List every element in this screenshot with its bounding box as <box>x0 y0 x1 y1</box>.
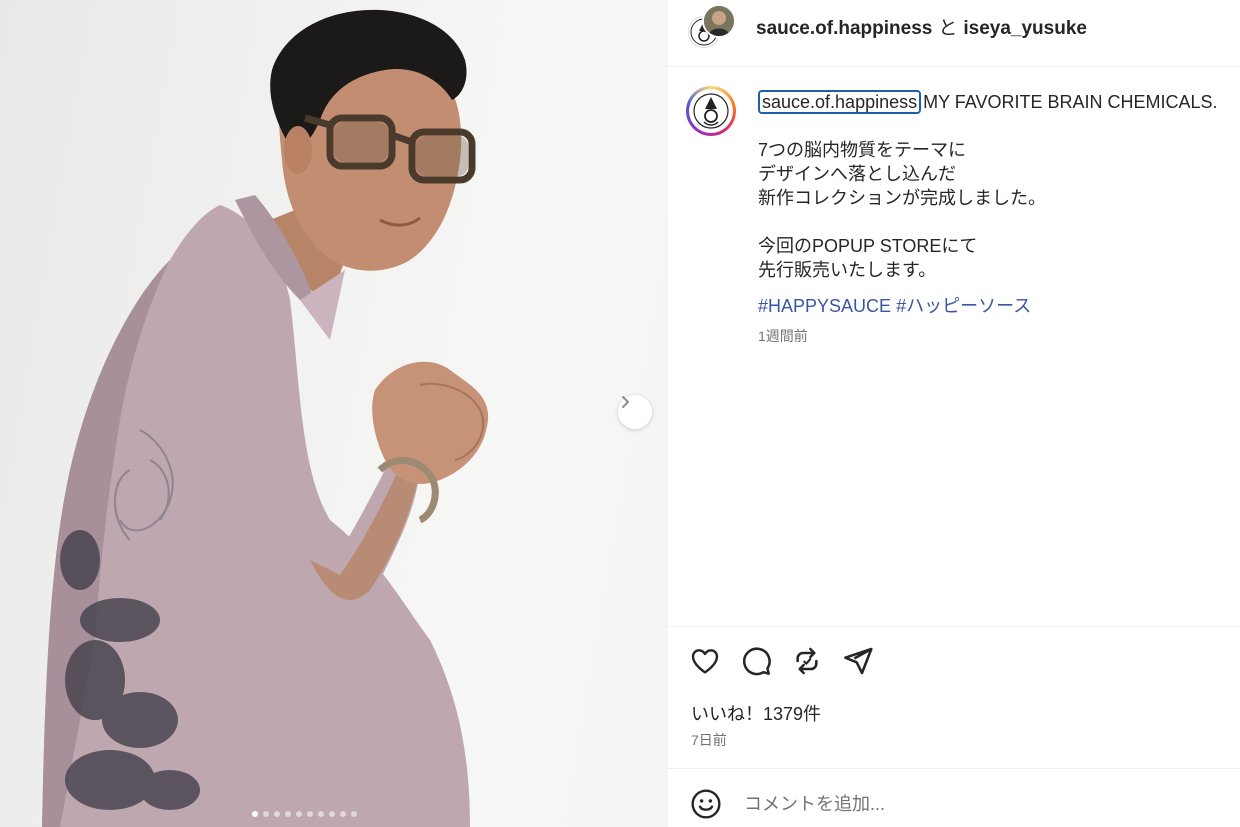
repost-button[interactable] <box>790 644 824 678</box>
photo-illustration <box>42 9 489 827</box>
avatar[interactable] <box>686 86 736 136</box>
carousel-dot <box>296 811 302 817</box>
like-button[interactable] <box>688 644 722 678</box>
heart-icon <box>691 649 719 674</box>
person-avatar-icon <box>704 6 734 36</box>
like-count[interactable]: いいね！1379件 <box>691 700 821 726</box>
carousel-dot <box>351 811 357 817</box>
caption-title: MY FAVORITE BRAIN CHEMICALS. <box>923 92 1218 112</box>
carousel-next-button[interactable] <box>618 395 652 429</box>
send-icon <box>844 647 873 675</box>
carousel-dot <box>252 811 258 817</box>
conjunction: と <box>938 18 958 39</box>
carousel-dot <box>329 811 335 817</box>
post-actions <box>688 644 875 678</box>
caption-line: デザインへ落とし込んだ <box>758 164 956 184</box>
chevron-right-icon <box>622 396 629 408</box>
hashtags: #HAPPYSAUCE #ハッピーソース <box>758 294 1240 318</box>
repost-icon <box>796 647 818 675</box>
post-photo[interactable] <box>0 0 668 827</box>
hashtag-link[interactable]: #HAPPYSAUCE <box>758 296 891 316</box>
share-button[interactable] <box>841 644 875 678</box>
emoji-button[interactable] <box>688 786 724 822</box>
caption-username-link[interactable]: sauce.of.happiness <box>758 90 922 114</box>
collab-avatars[interactable] <box>688 4 736 50</box>
caption-line: 今回のPOPUP STOREにて <box>758 236 978 256</box>
post-detail-panel: sauce.of.happiness と iseya_yusuke sauce.of… <box>668 0 1240 827</box>
caption-line: 新作コレクションが完成しました。 <box>758 188 1046 208</box>
carousel-dot <box>307 811 313 817</box>
hashtag-link[interactable]: #ハッピーソース <box>896 296 1031 316</box>
carousel-dot <box>274 811 280 817</box>
comment-icon <box>742 647 771 676</box>
caption-timestamp: 1週間前 <box>758 328 808 344</box>
divider <box>668 626 1240 627</box>
account-link[interactable]: sauce.of.happiness <box>756 18 932 39</box>
account-link[interactable]: iseya_yusuke <box>963 18 1087 39</box>
post-date: 7日前 <box>691 732 727 748</box>
carousel-dot <box>263 811 269 817</box>
post-header-title: sauce.of.happiness と iseya_yusuke <box>756 13 1087 40</box>
brand-logo-icon <box>693 93 729 129</box>
comment-input[interactable] <box>744 790 1184 818</box>
post-header: sauce.of.happiness と iseya_yusuke <box>668 0 1240 67</box>
smiley-icon <box>691 789 721 819</box>
caption-line: 先行販売いたします。 <box>758 260 937 280</box>
carousel-dot <box>285 811 291 817</box>
carousel-dot <box>340 811 346 817</box>
comment-button[interactable] <box>739 644 773 678</box>
avatar[interactable] <box>702 4 736 38</box>
carousel-dot <box>318 811 324 817</box>
post-caption: sauce.of.happiness MY FAVORITE BRAIN CHEM… <box>758 90 1240 348</box>
divider <box>668 768 1240 769</box>
caption-line: 7つの脳内物質をテーマに <box>758 140 967 160</box>
carousel-indicator <box>252 811 357 817</box>
